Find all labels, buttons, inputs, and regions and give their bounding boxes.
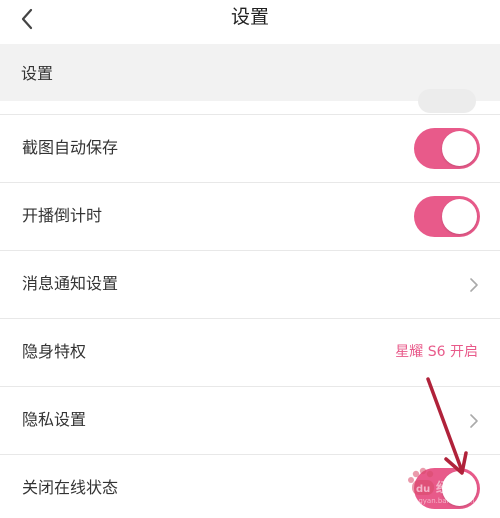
hide-online-status-toggle[interactable]	[414, 468, 480, 509]
row-live-countdown[interactable]: 开播倒计时	[0, 183, 500, 250]
row-label: 隐私设置	[22, 410, 87, 429]
chevron-right-icon	[470, 278, 478, 292]
section-header-label: 设置	[21, 64, 54, 83]
row-screenshot-autosave[interactable]: 截图自动保存	[0, 115, 500, 182]
settings-page: 设置 设置 截图自动保存 开播倒计时 消息通知设置 隐身特权 星耀 S6 开启	[0, 0, 500, 518]
row-privacy-settings[interactable]: 隐私设置	[0, 387, 500, 454]
row-notification-settings[interactable]: 消息通知设置	[0, 251, 500, 318]
row-label: 消息通知设置	[22, 274, 119, 293]
row-label: 隐身特权	[22, 342, 87, 361]
row-label: 开播倒计时	[22, 206, 103, 225]
row-hide-online-status[interactable]: 关闭在线状态	[0, 455, 500, 518]
page-title: 设置	[230, 6, 269, 28]
toggle-knob	[442, 199, 477, 234]
partial-toggle[interactable]	[418, 89, 476, 113]
toggle-knob	[442, 471, 477, 506]
screenshot-autosave-toggle[interactable]	[414, 128, 480, 169]
row-stealth-privilege[interactable]: 隐身特权 星耀 S6 开启	[0, 319, 500, 386]
chevron-right-icon	[470, 414, 478, 428]
partial-row	[0, 89, 500, 114]
row-label: 关闭在线状态	[22, 478, 119, 497]
toggle-knob	[442, 131, 477, 166]
live-countdown-toggle[interactable]	[414, 196, 480, 237]
row-label: 截图自动保存	[22, 138, 119, 157]
stealth-privilege-value: 星耀 S6 开启	[395, 344, 478, 360]
nav-bar: 设置	[0, 0, 500, 44]
